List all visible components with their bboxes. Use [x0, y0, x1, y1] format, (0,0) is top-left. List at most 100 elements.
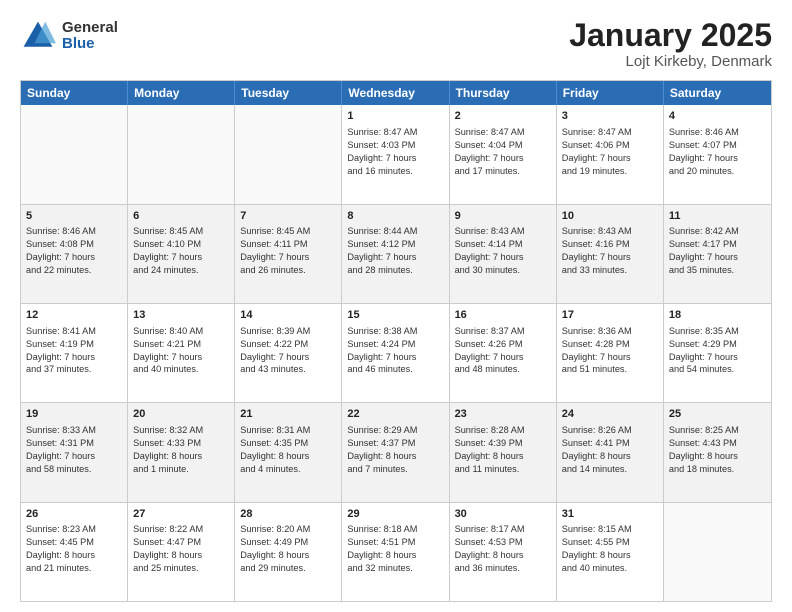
cal-cell: 22 Sunrise: 8:29 AM Sunset: 4:37 PM Dayli… — [342, 403, 449, 501]
cell-content: Sunrise: 8:22 AM Sunset: 4:47 PM Dayligh… — [133, 523, 229, 575]
cal-cell — [21, 105, 128, 203]
cell-content: Sunrise: 8:47 AM Sunset: 4:04 PM Dayligh… — [455, 126, 551, 178]
cal-cell: 25Sunrise: 8:25 AM Sunset: 4:43 PM Dayli… — [664, 403, 771, 501]
cell-content: Sunrise: 8:40 AM Sunset: 4:21 PM Dayligh… — [133, 325, 229, 377]
day-number: 28 — [240, 507, 336, 522]
day-number: 25 — [669, 407, 766, 422]
day-number: 2 — [455, 109, 551, 124]
day-number: 4 — [669, 109, 766, 124]
cell-content: Sunrise: 8:45 AM Sunset: 4:11 PM Dayligh… — [240, 225, 336, 277]
calendar: SundayMondayTuesdayWednesdayThursdayFrid… — [20, 80, 772, 602]
cal-cell: 30Sunrise: 8:17 AM Sunset: 4:53 PM Dayli… — [450, 503, 557, 601]
cal-cell: 5Sunrise: 8:46 AM Sunset: 4:08 PM Daylig… — [21, 205, 128, 303]
cal-cell: 11Sunrise: 8:42 AM Sunset: 4:17 PM Dayli… — [664, 205, 771, 303]
cell-content: Sunrise: 8:46 AM Sunset: 4:08 PM Dayligh… — [26, 225, 122, 277]
cal-row-2: 12 Sunrise: 8:41 AM Sunset: 4:19 PM Dayli… — [21, 303, 771, 402]
cal-cell — [235, 105, 342, 203]
cal-header-wednesday: Wednesday — [342, 81, 449, 105]
day-number: 19 — [26, 407, 122, 422]
day-number: 14 — [240, 308, 336, 323]
cal-cell: 18 Sunrise: 8:35 AM Sunset: 4:29 PM Dayli… — [664, 304, 771, 402]
cal-cell: 6Sunrise: 8:45 AM Sunset: 4:10 PM Daylig… — [128, 205, 235, 303]
cell-content: Sunrise: 8:32 AM Sunset: 4:33 PM Dayligh… — [133, 424, 229, 476]
cal-cell — [128, 105, 235, 203]
day-number: 12 — [26, 308, 122, 323]
cell-content: Sunrise: 8:23 AM Sunset: 4:45 PM Dayligh… — [26, 523, 122, 575]
main-title: January 2025 — [569, 18, 772, 53]
logo-blue: Blue — [62, 36, 118, 53]
cell-content: Sunrise: 8:41 AM Sunset: 4:19 PM Dayligh… — [26, 325, 122, 377]
cal-cell: 9Sunrise: 8:43 AM Sunset: 4:14 PM Daylig… — [450, 205, 557, 303]
cal-cell: 16Sunrise: 8:37 AM Sunset: 4:26 PM Dayli… — [450, 304, 557, 402]
cal-cell: 13 Sunrise: 8:40 AM Sunset: 4:21 PM Dayli… — [128, 304, 235, 402]
cal-cell: 2 Sunrise: 8:47 AM Sunset: 4:04 PM Daylig… — [450, 105, 557, 203]
day-number: 24 — [562, 407, 658, 422]
logo-icon — [20, 18, 56, 54]
cell-content: Sunrise: 8:17 AM Sunset: 4:53 PM Dayligh… — [455, 523, 551, 575]
cell-content: Sunrise: 8:35 AM Sunset: 4:29 PM Dayligh… — [669, 325, 766, 377]
day-number: 15 — [347, 308, 443, 323]
cal-cell: 29Sunrise: 8:18 AM Sunset: 4:51 PM Dayli… — [342, 503, 449, 601]
day-number: 7 — [240, 209, 336, 224]
day-number: 13 — [133, 308, 229, 323]
cal-cell: 31Sunrise: 8:15 AM Sunset: 4:55 PM Dayli… — [557, 503, 664, 601]
cal-cell: 7Sunrise: 8:45 AM Sunset: 4:11 PM Daylig… — [235, 205, 342, 303]
cal-cell: 19Sunrise: 8:33 AM Sunset: 4:31 PM Dayli… — [21, 403, 128, 501]
day-number: 3 — [562, 109, 658, 124]
cal-header-friday: Friday — [557, 81, 664, 105]
day-number: 10 — [562, 209, 658, 224]
cal-cell: 15Sunrise: 8:38 AM Sunset: 4:24 PM Dayli… — [342, 304, 449, 402]
day-number: 11 — [669, 209, 766, 224]
cal-cell: 24 Sunrise: 8:26 AM Sunset: 4:41 PM Dayli… — [557, 403, 664, 501]
logo-general: General — [62, 20, 118, 37]
cal-cell: 10Sunrise: 8:43 AM Sunset: 4:16 PM Dayli… — [557, 205, 664, 303]
header: General Blue January 2025 Lojt Kirkeby, … — [20, 18, 772, 70]
cal-row-4: 26Sunrise: 8:23 AM Sunset: 4:45 PM Dayli… — [21, 502, 771, 601]
day-number: 18 — [669, 308, 766, 323]
day-number: 5 — [26, 209, 122, 224]
day-number: 22 — [347, 407, 443, 422]
cal-cell: 23 Sunrise: 8:28 AM Sunset: 4:39 PM Dayli… — [450, 403, 557, 501]
cal-cell: 21 Sunrise: 8:31 AM Sunset: 4:35 PM Dayli… — [235, 403, 342, 501]
cal-cell: 14 Sunrise: 8:39 AM Sunset: 4:22 PM Dayli… — [235, 304, 342, 402]
cal-header-monday: Monday — [128, 81, 235, 105]
cell-content: Sunrise: 8:45 AM Sunset: 4:10 PM Dayligh… — [133, 225, 229, 277]
cell-content: Sunrise: 8:28 AM Sunset: 4:39 PM Dayligh… — [455, 424, 551, 476]
cal-cell: 1 Sunrise: 8:47 AM Sunset: 4:03 PM Daylig… — [342, 105, 449, 203]
day-number: 29 — [347, 507, 443, 522]
cal-header-thursday: Thursday — [450, 81, 557, 105]
cell-content: Sunrise: 8:44 AM Sunset: 4:12 PM Dayligh… — [347, 225, 443, 277]
cal-row-0: 1 Sunrise: 8:47 AM Sunset: 4:03 PM Daylig… — [21, 105, 771, 203]
day-number: 31 — [562, 507, 658, 522]
cell-content: Sunrise: 8:43 AM Sunset: 4:14 PM Dayligh… — [455, 225, 551, 277]
cell-content: Sunrise: 8:42 AM Sunset: 4:17 PM Dayligh… — [669, 225, 766, 277]
cal-header-saturday: Saturday — [664, 81, 771, 105]
cal-cell: 8Sunrise: 8:44 AM Sunset: 4:12 PM Daylig… — [342, 205, 449, 303]
day-number: 1 — [347, 109, 443, 124]
cal-cell: 4Sunrise: 8:46 AM Sunset: 4:07 PM Daylig… — [664, 105, 771, 203]
day-number: 16 — [455, 308, 551, 323]
calendar-body: 1 Sunrise: 8:47 AM Sunset: 4:03 PM Daylig… — [21, 105, 771, 601]
day-number: 20 — [133, 407, 229, 422]
calendar-header: SundayMondayTuesdayWednesdayThursdayFrid… — [21, 81, 771, 105]
cell-content: Sunrise: 8:47 AM Sunset: 4:06 PM Dayligh… — [562, 126, 658, 178]
cell-content: Sunrise: 8:26 AM Sunset: 4:41 PM Dayligh… — [562, 424, 658, 476]
cal-cell: 17Sunrise: 8:36 AM Sunset: 4:28 PM Dayli… — [557, 304, 664, 402]
cal-cell: 12 Sunrise: 8:41 AM Sunset: 4:19 PM Dayli… — [21, 304, 128, 402]
cal-row-3: 19Sunrise: 8:33 AM Sunset: 4:31 PM Dayli… — [21, 402, 771, 501]
day-number: 21 — [240, 407, 336, 422]
title-section: January 2025 Lojt Kirkeby, Denmark — [569, 18, 772, 70]
cell-content: Sunrise: 8:15 AM Sunset: 4:55 PM Dayligh… — [562, 523, 658, 575]
cal-cell — [664, 503, 771, 601]
cell-content: Sunrise: 8:31 AM Sunset: 4:35 PM Dayligh… — [240, 424, 336, 476]
day-number: 30 — [455, 507, 551, 522]
day-number: 17 — [562, 308, 658, 323]
cell-content: Sunrise: 8:47 AM Sunset: 4:03 PM Dayligh… — [347, 126, 443, 178]
cal-row-1: 5Sunrise: 8:46 AM Sunset: 4:08 PM Daylig… — [21, 204, 771, 303]
logo-text: General Blue — [62, 20, 118, 53]
cell-content: Sunrise: 8:29 AM Sunset: 4:37 PM Dayligh… — [347, 424, 443, 476]
cell-content: Sunrise: 8:39 AM Sunset: 4:22 PM Dayligh… — [240, 325, 336, 377]
cal-header-sunday: Sunday — [21, 81, 128, 105]
day-number: 23 — [455, 407, 551, 422]
cal-cell: 28Sunrise: 8:20 AM Sunset: 4:49 PM Dayli… — [235, 503, 342, 601]
